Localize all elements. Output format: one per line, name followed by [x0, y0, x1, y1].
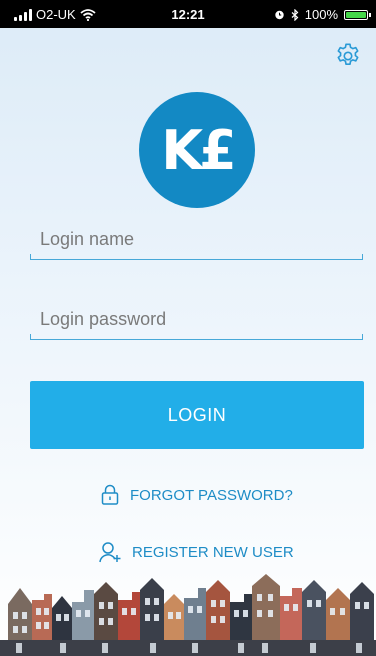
register-label: REGISTER NEW USER	[132, 543, 294, 561]
battery-icon	[344, 9, 371, 20]
logo-text: K£	[161, 118, 236, 182]
status-bar: O2-UK 12:21 100%	[0, 0, 376, 28]
lock-icon	[101, 484, 119, 505]
login-password-underline	[30, 334, 363, 340]
login-screen: O2-UK 12:21 100% K£ Login name LOGIN FOR…	[0, 0, 376, 656]
login-name-input[interactable]	[30, 222, 363, 256]
alarm-icon	[275, 10, 284, 20]
login-password-input[interactable]	[30, 302, 363, 336]
user-add-icon	[99, 542, 121, 563]
login-name-underline	[30, 254, 363, 260]
forgot-password-label: FORGOT PASSWORD?	[130, 486, 293, 504]
bluetooth-icon	[291, 8, 299, 21]
battery-percent: 100%	[304, 7, 338, 22]
login-button[interactable]: LOGIN	[30, 381, 364, 449]
amsterdam-skyline-illustration	[0, 574, 376, 656]
gear-icon[interactable]	[334, 42, 362, 70]
register-new-user-link[interactable]: REGISTER NEW USER	[98, 540, 294, 564]
app-logo: K£	[139, 92, 255, 208]
battery-fill	[346, 11, 366, 18]
forgot-password-link[interactable]: FORGOT PASSWORD?	[100, 484, 293, 506]
login-name-field[interactable]	[30, 222, 363, 260]
login-password-field[interactable]	[30, 302, 363, 340]
status-right: 100%	[274, 7, 371, 22]
